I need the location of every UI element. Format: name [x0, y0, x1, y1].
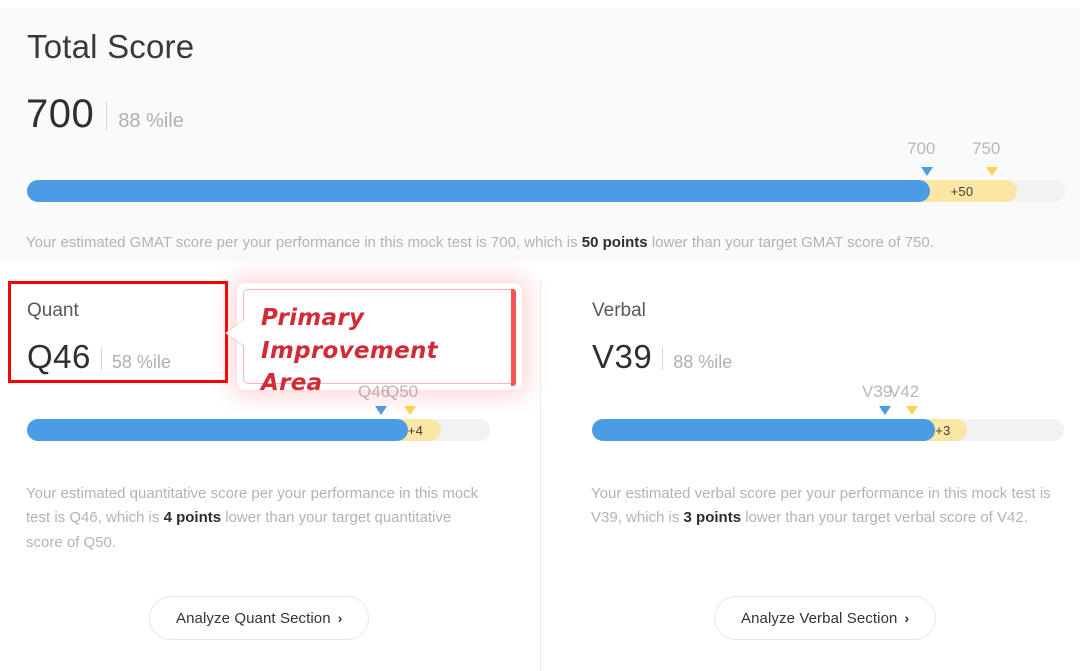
- quant-desc-bold: 4 points: [163, 509, 222, 527]
- analyze-verbal-section-button[interactable]: Analyze Verbal Section ›: [714, 596, 937, 640]
- callout-accent-bar: [511, 289, 516, 386]
- total-tick-target-arrow-icon: [986, 167, 998, 176]
- total-score-number: 700: [26, 92, 95, 136]
- verbal-bar-gap-label: +3: [935, 422, 951, 438]
- callout-pointer-icon: [226, 320, 244, 346]
- total-desc-bold: 50 points: [581, 234, 648, 251]
- quant-score-value: Q46: [27, 338, 91, 375]
- total-score-panel: Total Score 700 88 %ile +50 700 750 Your…: [0, 8, 1080, 262]
- verbal-tick-current-label: V39: [862, 382, 893, 401]
- quant-tick-target-arrow-icon: [404, 406, 416, 415]
- total-tick-current-label: 700: [907, 139, 936, 158]
- annotation-callout: Primary Improvement Area: [226, 289, 516, 396]
- verbal-score-row: V39 88 %ile: [592, 340, 732, 373]
- verbal-score-percentile: 88 %ile: [673, 352, 733, 372]
- verbal-tick-target-label: V42: [889, 382, 920, 401]
- verbal-score-value: V39: [592, 338, 653, 375]
- chevron-right-icon: ›: [337, 610, 343, 626]
- total-desc-pre: Your estimated GMAT score per your perfo…: [26, 234, 582, 251]
- verbal-desc-post: lower than your target verbal score of V…: [741, 509, 1028, 527]
- verbal-tick-current-arrow-icon: [879, 406, 891, 415]
- quant-tick-current-arrow-icon: [375, 406, 387, 415]
- total-score-value-row: 700 88 %ile: [26, 94, 184, 134]
- score-divider: [106, 102, 108, 130]
- quant-score-row: Q46 58 %ile: [27, 340, 171, 373]
- verbal-section-panel: Verbal V39 88 %ile +3 V39 V42 Your estim…: [540, 262, 1080, 671]
- quant-label: Quant: [27, 300, 79, 321]
- verbal-label: Verbal: [592, 300, 646, 321]
- total-bar-achieved-segment: [27, 180, 930, 202]
- quant-score-divider: [100, 347, 102, 370]
- verbal-desc-bold: 3 points: [683, 509, 742, 527]
- callout-text-line2: Improvement Area: [261, 337, 438, 397]
- analyze-quant-label: Analyze Quant Section: [176, 609, 331, 627]
- page-title: Total Score: [27, 28, 195, 65]
- callout-text-line1: Primary: [261, 305, 365, 331]
- total-score-description: Your estimated GMAT score per your perfo…: [26, 231, 1046, 255]
- total-score-percentile: 88 %ile: [118, 110, 184, 132]
- verbal-score-divider: [662, 347, 664, 370]
- total-score-bar: +50: [27, 180, 1065, 202]
- verbal-tick-target-arrow-icon: [906, 406, 918, 415]
- chevron-right-icon: ›: [904, 610, 910, 626]
- quant-score-bar: +4: [27, 419, 490, 441]
- analyze-quant-section-button[interactable]: Analyze Quant Section ›: [149, 596, 370, 640]
- total-tick-target-label: 750: [972, 139, 1001, 158]
- verbal-bar-achieved-segment: [592, 419, 935, 441]
- total-desc-post: lower than your target GMAT score of 750…: [647, 234, 934, 251]
- total-bar-gap-label: +50: [950, 183, 974, 199]
- total-tick-current-arrow-icon: [921, 167, 933, 176]
- quant-score-percentile: 58 %ile: [111, 352, 171, 372]
- quant-bar-achieved-segment: [27, 419, 408, 441]
- section-columns: Quant Q46 58 %ile +4 Q46 Q50 Your estima…: [0, 262, 1080, 671]
- verbal-score-bar: +3: [592, 419, 1064, 441]
- analyze-verbal-label: Analyze Verbal Section: [741, 609, 898, 627]
- quant-bar-gap-label: +4: [407, 422, 424, 438]
- verbal-description: Your estimated verbal score per your per…: [591, 482, 1069, 531]
- quant-description: Your estimated quantitative score per yo…: [26, 482, 491, 555]
- callout-text: Primary Improvement Area: [261, 302, 506, 400]
